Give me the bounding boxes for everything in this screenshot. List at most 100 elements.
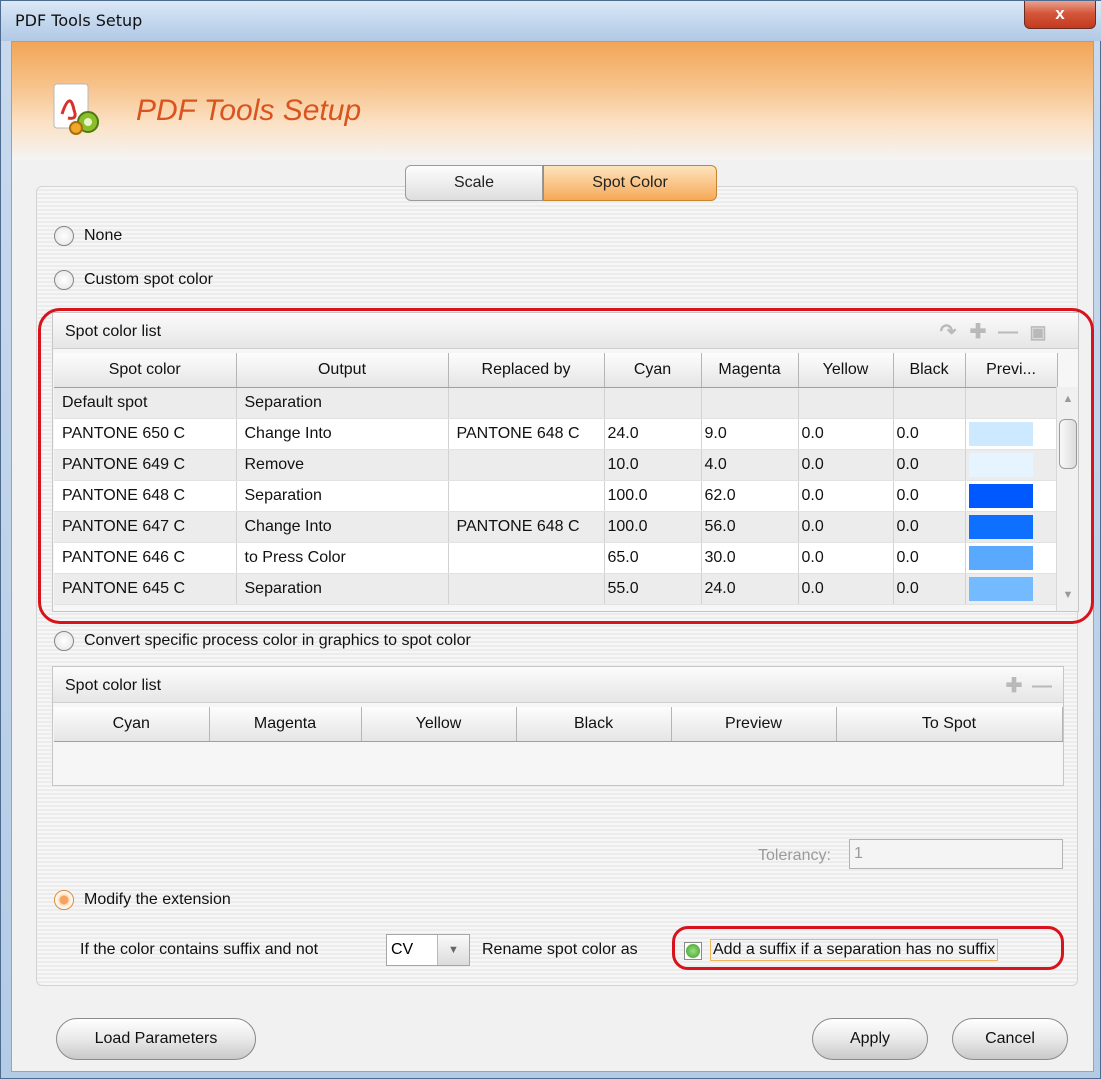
cell-spot-color: Default spot [54, 387, 237, 419]
title-bar[interactable]: PDF Tools Setup x [1, 1, 1101, 41]
radio-convert-process-color[interactable] [54, 631, 74, 651]
window-title: PDF Tools Setup [15, 11, 143, 30]
spot-table-scrollbar[interactable]: ▲ ▼ [1056, 387, 1078, 611]
cell-replaced-by [448, 449, 605, 481]
color-swatch [968, 514, 1033, 539]
cell-cyan: 100.0 [604, 511, 702, 543]
process-color-table-header: Cyan Magenta Yellow Black Preview To Spo… [54, 707, 1063, 742]
color-swatch [968, 421, 1033, 446]
tab-scale[interactable]: Scale [405, 165, 543, 201]
column-header-black[interactable]: Black [893, 353, 966, 388]
column-header-yellow[interactable]: Yellow [798, 353, 894, 388]
column-header-yellow[interactable]: Yellow [361, 707, 517, 742]
suffix-combo[interactable]: CV ▼ [386, 934, 470, 966]
cell-yellow: 0.0 [798, 511, 894, 543]
cell-preview [965, 480, 1058, 512]
cell-cyan: 100.0 [604, 480, 702, 512]
radio-modify-extension[interactable] [54, 890, 74, 910]
cell-spot-color: PANTONE 647 C [54, 511, 237, 543]
cell-black: 0.0 [893, 418, 966, 450]
cell-preview [965, 573, 1058, 605]
column-header-preview[interactable]: Preview [671, 707, 837, 742]
table-row[interactable]: PANTONE 650 C Change Into PANTONE 648 C … [54, 418, 1058, 450]
spot-color-table-header: Spot color Output Replaced by Cyan Magen… [54, 353, 1058, 388]
load-parameters-button[interactable]: Load Parameters [56, 1018, 256, 1060]
column-header-magenta[interactable]: Magenta [701, 353, 799, 388]
cell-black [893, 387, 966, 419]
add-icon[interactable]: ✚ [967, 322, 989, 342]
rename-spot-color-label: Rename spot color as [482, 941, 638, 958]
pdf-tools-logo-icon [53, 83, 99, 135]
color-swatch [968, 576, 1033, 601]
cell-magenta [701, 387, 799, 419]
scroll-up-icon[interactable]: ▲ [1057, 393, 1079, 405]
column-header-output[interactable]: Output [236, 353, 449, 388]
add-suffix-checkbox[interactable] [684, 942, 702, 960]
process-color-list-header: Spot color list ✚ — [53, 667, 1063, 703]
tab-bar: Scale Spot Color [405, 165, 717, 203]
cell-replaced-by [448, 387, 605, 419]
column-header-cyan[interactable]: Cyan [604, 353, 702, 388]
cell-replaced-by [448, 480, 605, 512]
remove-icon[interactable]: — [1031, 676, 1053, 696]
column-header-cyan[interactable]: Cyan [54, 707, 210, 742]
import-icon[interactable]: ↷ [937, 322, 959, 342]
radio-custom-spot-color[interactable] [54, 270, 74, 290]
cell-yellow: 0.0 [798, 418, 894, 450]
header-banner: PDF Tools Setup [12, 42, 1093, 160]
remove-icon[interactable]: — [997, 322, 1019, 342]
column-header-replaced-by[interactable]: Replaced by [448, 353, 605, 388]
chevron-down-icon[interactable]: ▼ [437, 935, 469, 965]
table-row[interactable]: PANTONE 649 C Remove 10.0 4.0 0.0 0.0 [54, 449, 1058, 481]
radio-modify-extension-label: Modify the extension [84, 891, 231, 908]
table-row[interactable]: PANTONE 648 C Separation 100.0 62.0 0.0 … [54, 480, 1058, 512]
cell-output: Separation [236, 387, 449, 419]
color-swatch [968, 545, 1033, 570]
table-row[interactable]: Default spot Separation [54, 387, 1058, 419]
spot-color-list-header: Spot color list ↷ ✚ — ▣ [53, 313, 1078, 349]
close-button[interactable]: x [1024, 1, 1096, 29]
cell-cyan: 65.0 [604, 542, 702, 574]
column-header-preview[interactable]: Previ... [965, 353, 1058, 388]
check-icon [686, 944, 700, 958]
spot-color-list-title: Spot color list [65, 323, 162, 340]
tolerancy-input[interactable]: 1 [849, 839, 1063, 869]
cell-preview [965, 418, 1058, 450]
cell-yellow [798, 387, 894, 419]
radio-none-label: None [84, 227, 123, 244]
column-header-black[interactable]: Black [516, 707, 672, 742]
add-suffix-label[interactable]: Add a suffix if a separation has no suff… [710, 939, 999, 961]
radio-none[interactable] [54, 226, 74, 246]
cell-cyan: 10.0 [604, 449, 702, 481]
cell-output: Separation [236, 573, 449, 605]
scroll-down-icon[interactable]: ▼ [1057, 589, 1079, 601]
dialog-body: PDF Tools Setup Scale Spot Color None Cu… [11, 41, 1094, 1072]
save-icon[interactable]: ▣ [1027, 322, 1049, 342]
color-swatch [968, 452, 1033, 477]
table-row[interactable]: PANTONE 647 C Change Into PANTONE 648 C … [54, 511, 1058, 543]
cell-cyan: 55.0 [604, 573, 702, 605]
setup-window: PDF Tools Setup x PDF Tools Setup Scale … [0, 0, 1101, 1079]
cell-yellow: 0.0 [798, 480, 894, 512]
cell-spot-color: PANTONE 649 C [54, 449, 237, 481]
cell-yellow: 0.0 [798, 449, 894, 481]
apply-button[interactable]: Apply [812, 1018, 928, 1060]
cell-black: 0.0 [893, 449, 966, 481]
column-header-magenta[interactable]: Magenta [209, 707, 362, 742]
cell-output: Separation [236, 480, 449, 512]
cancel-button[interactable]: Cancel [952, 1018, 1068, 1060]
cell-replaced-by [448, 542, 605, 574]
cell-black: 0.0 [893, 511, 966, 543]
cell-magenta: 4.0 [701, 449, 799, 481]
table-row[interactable]: PANTONE 646 C to Press Color 65.0 30.0 0… [54, 542, 1058, 574]
column-header-spot-color[interactable]: Spot color [54, 353, 237, 388]
cell-replaced-by [448, 573, 605, 605]
add-icon[interactable]: ✚ [1003, 676, 1025, 696]
tab-spot-color[interactable]: Spot Color [543, 165, 717, 201]
column-header-to-spot[interactable]: To Spot [836, 707, 1063, 742]
color-swatch [968, 483, 1033, 508]
cell-magenta: 30.0 [701, 542, 799, 574]
table-row[interactable]: PANTONE 645 C Separation 55.0 24.0 0.0 0… [54, 573, 1058, 605]
process-color-table: Cyan Magenta Yellow Black Preview To Spo… [54, 707, 1063, 742]
scrollbar-thumb[interactable] [1059, 419, 1077, 469]
